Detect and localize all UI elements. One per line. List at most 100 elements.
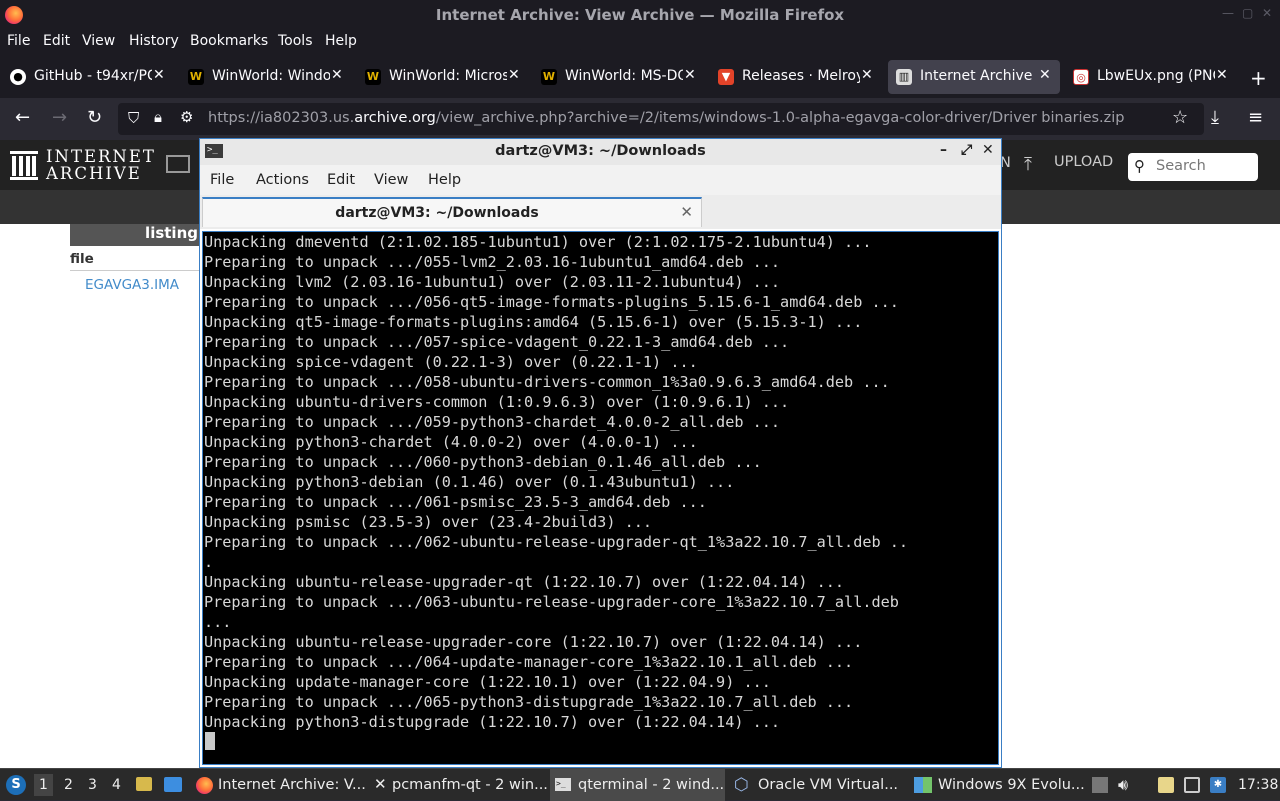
workspace-3[interactable]: 3 [88, 777, 97, 793]
bookmark-star-icon[interactable]: ☆ [1172, 107, 1188, 128]
tab-label: Releases · Melroy [742, 68, 860, 84]
file-link[interactable]: EGAVGA3.IMA [85, 277, 179, 293]
file-manager-icon[interactable] [136, 777, 152, 791]
url-text[interactable]: https://ia802303.us.archive.org/view_arc… [208, 110, 1125, 126]
terminal-line: Unpacking ubuntu-release-upgrader-qt (1:… [204, 573, 845, 591]
workspace-2[interactable]: 2 [64, 777, 73, 793]
terminal-menu-view[interactable]: View [374, 172, 408, 188]
workspace-4[interactable]: 4 [112, 777, 121, 793]
terminal-line: Unpacking update-manager-core (1:22.10.1… [204, 673, 771, 691]
taskbar-item-pcmanfm[interactable]: ✕ pcmanfm-qt - 2 win... [370, 769, 548, 801]
terminal-line: Unpacking qt5-image-formats-plugins:amd6… [204, 313, 863, 331]
forward-icon[interactable]: → [52, 107, 67, 128]
taskbar-item-firefox[interactable]: Internet Archive: V... [194, 769, 366, 801]
clock[interactable]: 17:38 [1238, 777, 1278, 793]
winworld-icon: W [188, 69, 204, 85]
terminal-line: Preparing to unpack .../064-update-manag… [204, 653, 854, 671]
reload-icon[interactable]: ↻ [87, 107, 102, 128]
terminal-line: Preparing to unpack .../060-python3-debi… [204, 453, 762, 471]
back-icon[interactable]: ← [15, 107, 30, 128]
close-tab-icon[interactable]: ✕ [331, 67, 343, 83]
downloads-icon[interactable]: ⤓ [1211, 107, 1219, 128]
close-tab-icon[interactable]: ✕ [861, 67, 873, 83]
menu-history[interactable]: History [129, 33, 179, 49]
minimize-icon[interactable]: — [1222, 6, 1234, 20]
archive-logo-icon[interactable] [10, 149, 38, 181]
close-tab-icon[interactable]: ✕ [684, 67, 696, 83]
maximize-icon[interactable]: ⤢ [961, 142, 972, 158]
terminal-titlebar[interactable]: >_ dartz@VM3: ~/Downloads – ⤢ ✕ [200, 139, 1001, 165]
terminal-title: dartz@VM3: ~/Downloads [495, 143, 706, 159]
taskbar-item-label: Windows 9X Evolu... [938, 777, 1085, 793]
start-menu-icon[interactable]: S [6, 775, 26, 795]
menu-view[interactable]: View [82, 33, 115, 49]
terminal-window[interactable]: >_ dartz@VM3: ~/Downloads – ⤢ ✕ File Act… [199, 138, 1002, 768]
github-icon: ● [10, 69, 26, 85]
tab-winworld-windows[interactable]: W WinWorld: Window ✕ [180, 60, 352, 94]
tab-internet-archive[interactable]: ▥ Internet Archive: V ✕ [888, 60, 1060, 94]
menu-file[interactable]: File [7, 33, 30, 49]
terminal-menu-edit[interactable]: Edit [327, 172, 355, 188]
tracking-shield-icon[interactable]: ⛉ [128, 109, 139, 127]
menu-tools[interactable]: Tools [278, 33, 313, 49]
terminal-menu-help[interactable]: Help [428, 172, 461, 188]
maximize-icon[interactable]: ▢ [1242, 6, 1253, 20]
terminal-line: Unpacking lvm2 (2.03.16-1ubuntu1) over (… [204, 273, 781, 291]
virtualbox-icon: ⬡ [734, 775, 749, 795]
terminal-tab[interactable]: dartz@VM3: ~/Downloads ✕ [202, 197, 702, 227]
terminal-line: Unpacking ubuntu-release-upgrader-core (… [204, 633, 863, 651]
clipboard-icon[interactable] [1158, 777, 1174, 793]
image-icon: ◎ [1073, 69, 1089, 85]
tab-github[interactable]: ● GitHub - t94xr/PCe ✕ [2, 60, 174, 94]
upload-link[interactable]: UPLOAD [1054, 154, 1113, 170]
close-icon[interactable]: ✕ [982, 142, 994, 158]
search-input[interactable]: ⚲ Search [1128, 153, 1258, 181]
menu-bookmarks[interactable]: Bookmarks [190, 33, 268, 49]
close-tab-icon[interactable]: ✕ [680, 203, 693, 221]
terminal-line: ... [204, 613, 232, 631]
terminal-lines: Unpacking dmeventd (2:1.02.185-1ubuntu1)… [204, 232, 908, 732]
taskbar-item-qterminal[interactable]: >_ qterminal - 2 wind... [550, 769, 725, 801]
terminal-line: Preparing to unpack .../055-lvm2_2.03.16… [204, 253, 781, 271]
volume-icon[interactable]: 🔊︎ [1118, 775, 1128, 795]
minimize-icon[interactable]: – [940, 142, 947, 158]
close-tab-icon[interactable]: ✕ [508, 67, 520, 83]
close-tab-icon[interactable]: ✕ [153, 67, 165, 83]
keyboard-layout-icon[interactable] [1092, 777, 1108, 793]
terminal-line: Preparing to unpack .../059-python3-char… [204, 413, 781, 431]
tab-label: LbwEUx.png (PNG [1097, 68, 1215, 84]
tab-winworld-microsoft[interactable]: W WinWorld: Microso ✕ [357, 60, 529, 94]
terminal-menu-file[interactable]: File [210, 172, 234, 188]
close-icon[interactable]: ✕ [1262, 6, 1272, 20]
tab-png-image[interactable]: ◎ LbwEUx.png (PNG ✕ [1065, 60, 1237, 94]
hamburger-menu-icon[interactable]: ≡ [1248, 107, 1263, 128]
terminal-line: Unpacking dmeventd (2:1.02.185-1ubuntu1)… [204, 233, 872, 251]
permissions-icon[interactable]: ⚙ [180, 108, 193, 126]
archive-logo-text[interactable]: INTERNET ARCHIVE [46, 148, 156, 182]
browser-titlebar: Internet Archive: View Archive — Mozilla… [0, 0, 1280, 30]
menu-edit[interactable]: Edit [43, 33, 70, 49]
url-domain: archive.org [354, 110, 436, 126]
terminal-output[interactable]: Unpacking dmeventd (2:1.02.185-1ubuntu1)… [202, 231, 999, 765]
logo-line2: ARCHIVE [46, 164, 142, 183]
show-desktop-icon[interactable] [164, 777, 182, 792]
new-tab-icon[interactable]: + [1250, 66, 1267, 90]
tab-releases[interactable]: ▼ Releases · Melroy ✕ [710, 60, 882, 94]
tab-winworld-msdos[interactable]: W WinWorld: MS-DO ✕ [533, 60, 705, 94]
bluetooth-icon[interactable]: ✱ [1210, 777, 1226, 793]
menu-help[interactable]: Help [325, 33, 357, 49]
close-tab-icon[interactable]: ✕ [1039, 67, 1051, 83]
close-tab-icon[interactable]: ✕ [1216, 67, 1228, 83]
lock-icon[interactable]: 🔒︎ [154, 108, 162, 126]
taskbar-item-virtualbox[interactable]: ⬡ Oracle VM Virtual... [730, 769, 905, 801]
display-icon[interactable] [1184, 777, 1200, 793]
upload-icon[interactable]: ⤒ [1024, 154, 1032, 175]
logo-line1: INTERNET [46, 147, 156, 166]
web-icon[interactable] [166, 155, 190, 173]
url-bar[interactable]: ⛉ 🔒︎ ⚙ https://ia802303.us.archive.org/v… [118, 103, 1204, 135]
terminal-line: Preparing to unpack .../063-ubuntu-relea… [204, 593, 899, 611]
divider [70, 270, 202, 271]
terminal-menu-actions[interactable]: Actions [256, 172, 309, 188]
workspace-1[interactable]: 1 [34, 774, 53, 796]
taskbar-item-windows9x[interactable]: Windows 9X Evolu... [910, 769, 1085, 801]
